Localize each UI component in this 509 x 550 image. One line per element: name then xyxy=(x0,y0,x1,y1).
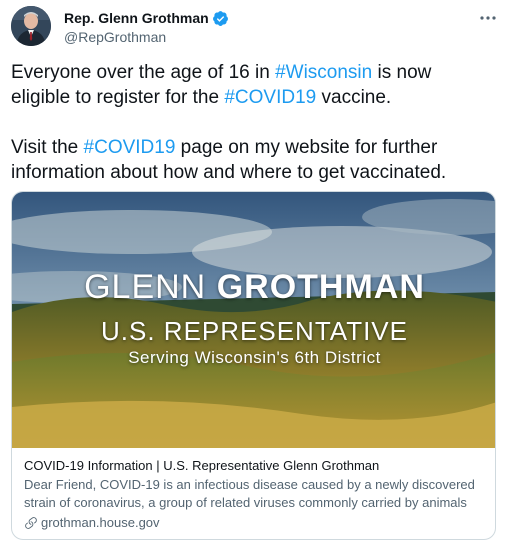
image-title-bold: GROTHMAN xyxy=(216,268,425,306)
tweet: Rep. Glenn Grothman @RepGrothman Everyon… xyxy=(0,0,509,550)
card-description: Dear Friend, COVID-19 is an infectious d… xyxy=(24,477,475,510)
avatar[interactable] xyxy=(11,6,51,46)
text-segment: vaccine. xyxy=(316,87,392,108)
tweet-paragraph-1: Everyone over the age of 16 in #Wisconsi… xyxy=(11,60,501,110)
link-preview-card[interactable]: GLENN GROTHMAN U.S. REPRESENTATIVE Servi… xyxy=(11,191,496,540)
card-domain[interactable]: grothman.house.gov xyxy=(41,514,160,532)
tweet-text: Everyone over the age of 16 in #Wisconsi… xyxy=(11,60,501,185)
card-meta: COVID-19 Information | U.S. Representati… xyxy=(12,448,495,532)
image-subtitle: U.S. REPRESENTATIVE xyxy=(101,316,408,346)
image-title-light: GLENN xyxy=(84,268,217,306)
text-segment: eligible to register for the xyxy=(11,87,225,108)
text-segment: is now xyxy=(372,62,432,83)
text-segment: page on my website for further xyxy=(175,137,438,158)
hashtag-covid19[interactable]: #COVID19 xyxy=(224,87,316,108)
author-handle[interactable]: @RepGrothman xyxy=(64,29,229,45)
image-tagline: Serving Wisconsin's 6th District xyxy=(128,348,381,367)
verified-badge-icon xyxy=(212,10,229,27)
card-title: COVID-19 Information | U.S. Representati… xyxy=(24,458,380,473)
more-options-icon[interactable] xyxy=(478,10,498,26)
text-segment: information about how and where to get v… xyxy=(11,162,447,183)
tweet-paragraph-2: Visit the #COVID19 page on my website fo… xyxy=(11,135,501,185)
card-image[interactable]: GLENN GROTHMAN U.S. REPRESENTATIVE Servi… xyxy=(12,192,495,448)
hashtag-covid19[interactable]: #COVID19 xyxy=(84,137,176,158)
hashtag-wisconsin[interactable]: #Wisconsin xyxy=(275,62,372,83)
image-title: GLENN GROTHMAN xyxy=(12,268,495,307)
author-name[interactable]: Rep. Glenn Grothman xyxy=(64,10,209,26)
text-segment: Everyone over the age of 16 in xyxy=(11,62,276,83)
text-segment: Visit the xyxy=(11,137,84,158)
card-domain-row: grothman.house.gov xyxy=(24,514,483,532)
link-icon xyxy=(24,516,38,530)
author-block: Rep. Glenn Grothman @RepGrothman xyxy=(64,9,229,45)
